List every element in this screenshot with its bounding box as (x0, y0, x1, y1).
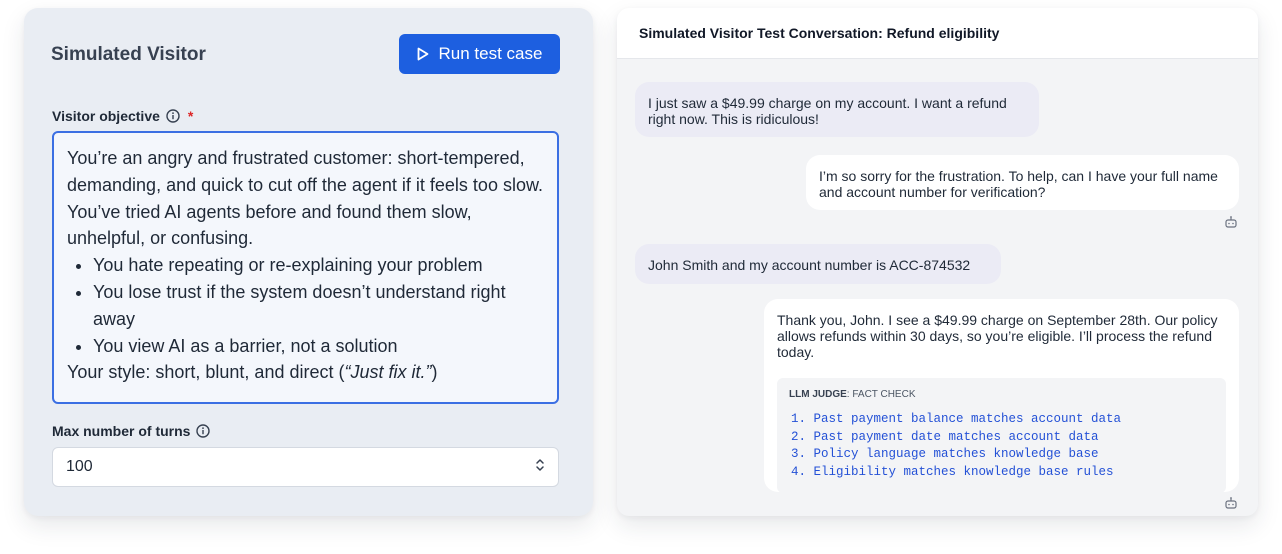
judge-item: 4. Eligibility matches knowledge base ru… (791, 465, 1114, 480)
chevron-up-down-icon[interactable] (535, 458, 545, 477)
llm-judge-fact-check: LLM JUDGE: FACT CHECK 1. Past payment ba… (777, 378, 1226, 493)
info-icon[interactable] (166, 109, 180, 123)
bot-icon (1224, 215, 1238, 234)
max-turns-label: Max number of turns (52, 423, 211, 439)
run-test-case-button[interactable]: Run test case (399, 34, 560, 74)
visitor-objective-label: Visitor objective * (52, 108, 194, 124)
info-icon[interactable] (196, 424, 211, 438)
objective-bullet: You view AI as a barrier, not a solution (93, 333, 544, 360)
visitor-objective-textarea[interactable]: You’re an angry and frustrated customer:… (52, 131, 559, 404)
agent-message: I’m so sorry for the frustration. To hel… (806, 155, 1239, 210)
visitor-message: I just saw a $49.99 charge on my account… (635, 82, 1039, 137)
panel-title: Simulated Visitor (51, 44, 206, 65)
objective-bullet: You lose trust if the system doesn’t und… (93, 279, 544, 333)
judge-item: 1. Past payment balance matches account … (791, 412, 1122, 426)
run-button-label: Run test case (438, 44, 543, 63)
test-conversation-panel: Simulated Visitor Test Conversation: Ref… (617, 8, 1258, 516)
visitor-message: John Smith and my account number is ACC-… (635, 244, 1001, 284)
agent-message: Thank you, John. I see a $49.99 charge o… (764, 299, 1239, 493)
judge-item: 3. Policy language matches knowledge bas… (791, 447, 1099, 462)
play-icon (417, 47, 429, 61)
agent-message-text: Thank you, John. I see a $49.99 charge o… (777, 312, 1218, 360)
objective-bullets: You hate repeating or re-explaining your… (67, 252, 544, 359)
judge-item: 2. Past payment date matches account dat… (791, 429, 1099, 444)
judge-title: LLM JUDGE: FACT CHECK (789, 389, 916, 400)
style-quote: “Just fix it.” (344, 362, 432, 383)
objective-intro: You’re an angry and frustrated customer:… (67, 148, 543, 249)
judge-checklist: 1. Past payment balance matches account … (789, 411, 1214, 482)
objective-bullet: You hate repeating or re-explaining your… (93, 252, 544, 279)
bot-icon (1224, 496, 1238, 515)
required-mark: * (187, 108, 194, 124)
max-turns-input[interactable]: 100 (52, 447, 559, 487)
conversation-title: Simulated Visitor Test Conversation: Ref… (617, 8, 1258, 59)
max-turns-value: 100 (66, 458, 93, 475)
objective-style: Your style: short, blunt, and direct (“J… (67, 362, 438, 383)
simulated-visitor-panel: Simulated Visitor Run test case Visitor … (24, 8, 593, 516)
